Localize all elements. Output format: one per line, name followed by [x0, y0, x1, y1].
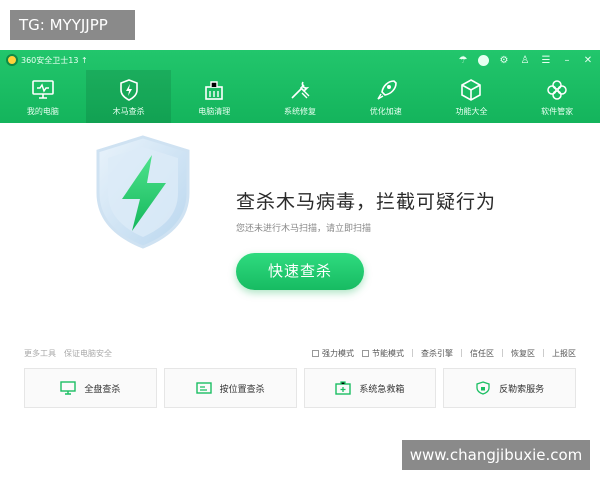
- logo-icon: [6, 54, 18, 66]
- nav-label: 我的电脑: [26, 107, 59, 116]
- app-window: 360安全卫士13 ↑ ☂ ⚙ ♙ ☰ – ✕ 我的电脑 木马查杀 电脑清理 系…: [0, 50, 600, 440]
- option-label: 强力模式: [322, 348, 354, 358]
- nav-item-trojan-scan[interactable]: 木马查杀: [85, 70, 172, 123]
- nav-item-speedup[interactable]: 优化加速: [343, 70, 429, 123]
- app-header: 360安全卫士13 ↑ ☂ ⚙ ♙ ☰ – ✕ 我的电脑 木马查杀 电脑清理 系…: [0, 50, 600, 123]
- app-title: 360安全卫士13 ↑: [21, 55, 88, 65]
- nav-item-my-computer[interactable]: 我的电脑: [0, 70, 86, 123]
- close-icon[interactable]: ✕: [582, 55, 594, 66]
- restore-zone-link[interactable]: 恢复区: [511, 348, 535, 359]
- shirt-icon[interactable]: ♙: [519, 55, 531, 66]
- anti-ransom-button[interactable]: 反勒索服务: [443, 368, 576, 408]
- first-aid-button[interactable]: 系统急救箱: [303, 368, 437, 408]
- location-scan-button[interactable]: 按位置查杀: [163, 368, 297, 408]
- nav-label: 系统修复: [284, 107, 317, 116]
- divider: [412, 349, 413, 357]
- tool-label: 系统急救箱: [359, 384, 405, 395]
- tool-label: 按位置查杀: [219, 384, 265, 395]
- hero-headline: 查杀木马病毒，拦截可疑行为: [236, 191, 497, 213]
- title-bar: 360安全卫士13 ↑ ☂ ⚙ ♙ ☰ – ✕: [0, 50, 600, 70]
- nav-item-cleanup[interactable]: 电脑清理: [171, 70, 257, 123]
- watermark-site: www.changjibuxie.com: [402, 440, 590, 470]
- more-tools-link[interactable]: 更多工具: [24, 348, 56, 359]
- skin-icon[interactable]: ☂: [457, 55, 469, 66]
- tool-label: 反勒索服务: [499, 384, 545, 395]
- watermark-tag: TG: MYYJJPP: [10, 10, 135, 40]
- toolbar-left: 更多工具 保证电脑安全: [24, 348, 112, 359]
- computer-icon: [31, 79, 55, 101]
- folder-scan-icon: [195, 382, 212, 394]
- report-zone-link[interactable]: 上报区: [552, 348, 576, 359]
- trust-zone-link[interactable]: 信任区: [470, 348, 494, 359]
- full-scan-button[interactable]: 全盘查杀: [24, 368, 157, 408]
- monitor-scan-icon: [60, 381, 77, 395]
- hero-section: 查杀木马病毒，拦截可疑行为 您还未进行木马扫描，请立即扫描 快速查杀: [0, 123, 600, 338]
- hero-subline: 您还未进行木马扫描，请立即扫描: [236, 224, 372, 234]
- cube-icon: [459, 79, 483, 101]
- engine-link[interactable]: 查杀引擎: [421, 348, 453, 359]
- divider: [502, 349, 503, 357]
- rocket-icon: [374, 79, 398, 101]
- app-logo: 360安全卫士13 ↑: [6, 54, 88, 66]
- nav-label: 功能大全: [455, 107, 488, 116]
- minimize-icon[interactable]: –: [561, 55, 573, 66]
- window-controls: ☂ ⚙ ♙ ☰ – ✕: [457, 54, 594, 66]
- flower-icon: [545, 79, 569, 101]
- protect-text: 保证电脑安全: [64, 348, 112, 358]
- checkbox-icon: [312, 349, 319, 357]
- checkbox-icon: [362, 349, 369, 357]
- firstaid-icon: [335, 381, 352, 395]
- quick-scan-button[interactable]: 快速查杀: [236, 253, 364, 290]
- scan-tools: 全盘查杀 按位置查杀 系统急救箱 反勒索服务: [24, 368, 576, 408]
- nav-label: 优化加速: [369, 107, 402, 116]
- nav-item-software[interactable]: 软件管家: [514, 70, 600, 123]
- strong-mode-checkbox[interactable]: 强力模式: [312, 348, 354, 359]
- nav-label: 电脑清理: [198, 107, 231, 116]
- toolbar-right: 强力模式 节能模式 查杀引擎 信任区 恢复区 上报区: [312, 348, 576, 359]
- shield-bolt-icon: [117, 79, 141, 101]
- shield-lock-icon: [476, 381, 490, 395]
- nav-label: 软件管家: [541, 107, 574, 116]
- eco-mode-checkbox[interactable]: 节能模式: [362, 348, 404, 359]
- divider: [461, 349, 462, 357]
- menu-icon[interactable]: ☰: [540, 55, 552, 66]
- shield-illustration: [96, 135, 190, 249]
- avatar-icon[interactable]: [478, 54, 489, 66]
- tool-label: 全盘查杀: [84, 384, 121, 395]
- main-nav: 我的电脑 木马查杀 电脑清理 系统修复 优化加速 功能大全 软件管家: [0, 70, 600, 123]
- nav-item-repair[interactable]: 系统修复: [257, 70, 343, 123]
- option-label: 节能模式: [372, 348, 404, 358]
- options-bar: 更多工具 保证电脑安全 强力模式 节能模式 查杀引擎 信任区 恢复区 上报区: [24, 346, 576, 360]
- wrench-icon: [288, 79, 312, 101]
- settings-icon[interactable]: ⚙: [498, 55, 510, 66]
- divider: [543, 349, 544, 357]
- nav-item-features[interactable]: 功能大全: [429, 70, 515, 123]
- nav-label: 木马查杀: [112, 107, 145, 116]
- broom-icon: [202, 79, 226, 101]
